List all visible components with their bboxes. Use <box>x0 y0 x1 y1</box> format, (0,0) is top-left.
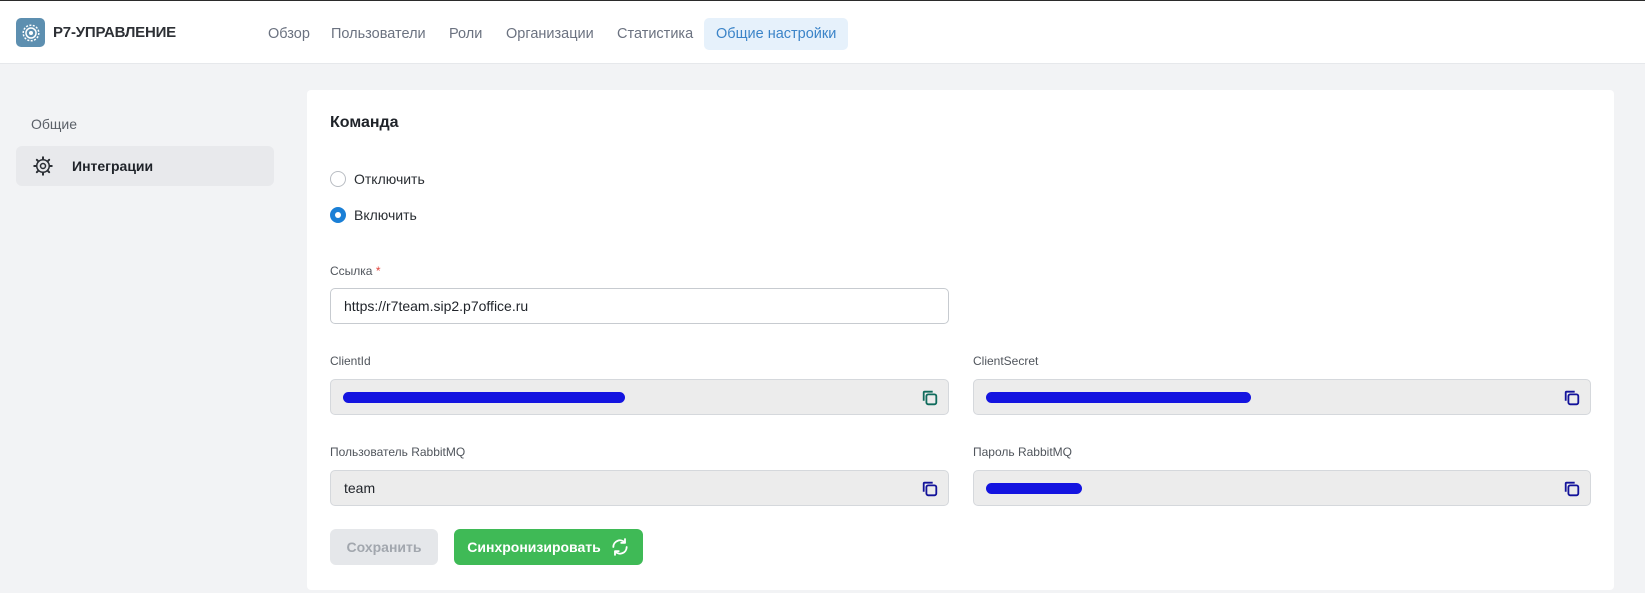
radio-enable[interactable]: Включить <box>330 207 417 223</box>
app-brand: Р7-УПРАВЛЕНИЕ <box>53 24 176 41</box>
client-id-label: ClientId <box>330 354 371 368</box>
copy-icon[interactable] <box>1563 480 1581 498</box>
refresh-icon <box>612 538 628 556</box>
rabbit-password-field[interactable] <box>973 470 1591 506</box>
copy-icon[interactable] <box>921 389 939 407</box>
section-title: Команда <box>330 114 399 131</box>
settings-card <box>307 90 1614 590</box>
copy-icon[interactable] <box>1563 389 1581 407</box>
client-secret-field[interactable] <box>973 379 1591 415</box>
client-id-field[interactable] <box>330 379 949 415</box>
link-input[interactable]: https://r7team.sip2.p7office.ru <box>330 288 949 324</box>
redaction-mark <box>986 483 1082 494</box>
redaction-mark <box>986 392 1251 403</box>
logo-gear-icon <box>21 23 40 42</box>
nav-overview[interactable]: Обзор <box>256 18 322 50</box>
client-secret-label: ClientSecret <box>973 354 1039 368</box>
sidebar-item-label: Интеграции <box>72 158 154 174</box>
copy-icon[interactable] <box>921 480 939 498</box>
sidebar-section-title: Общие <box>31 116 78 132</box>
rabbit-password-label: Пароль RabbitMQ <box>973 445 1072 459</box>
redaction-mark <box>343 392 625 403</box>
link-label: Ссылка * <box>330 264 381 278</box>
app-logo <box>16 18 45 47</box>
radio-disable[interactable]: Отключить <box>330 171 425 187</box>
save-button[interactable]: Сохранить <box>330 529 438 565</box>
sync-button-label: Синхронизировать <box>467 539 601 555</box>
rabbit-user-field[interactable]: team <box>330 470 949 506</box>
radio-button-checked[interactable] <box>330 207 346 223</box>
sync-button[interactable]: Синхронизировать <box>454 529 643 565</box>
nav-roles[interactable]: Роли <box>437 18 494 50</box>
radio-enable-label: Включить <box>354 207 417 223</box>
nav-statistics[interactable]: Статистика <box>605 18 705 50</box>
gear-icon <box>33 156 53 176</box>
rabbit-user-label: Пользователь RabbitMQ <box>330 445 466 459</box>
nav-general-settings[interactable]: Общие настройки <box>704 18 849 50</box>
sidebar-item-integrations[interactable]: Интеграции <box>16 146 274 186</box>
radio-disable-label: Отключить <box>354 171 425 187</box>
radio-button[interactable] <box>330 171 346 187</box>
top-header: Р7-УПРАВЛЕНИЕ Обзор Пользователи Роли Ор… <box>0 0 1645 64</box>
required-mark: * <box>375 264 381 278</box>
nav-users[interactable]: Пользователи <box>319 18 438 50</box>
nav-organizations[interactable]: Организации <box>494 18 606 50</box>
